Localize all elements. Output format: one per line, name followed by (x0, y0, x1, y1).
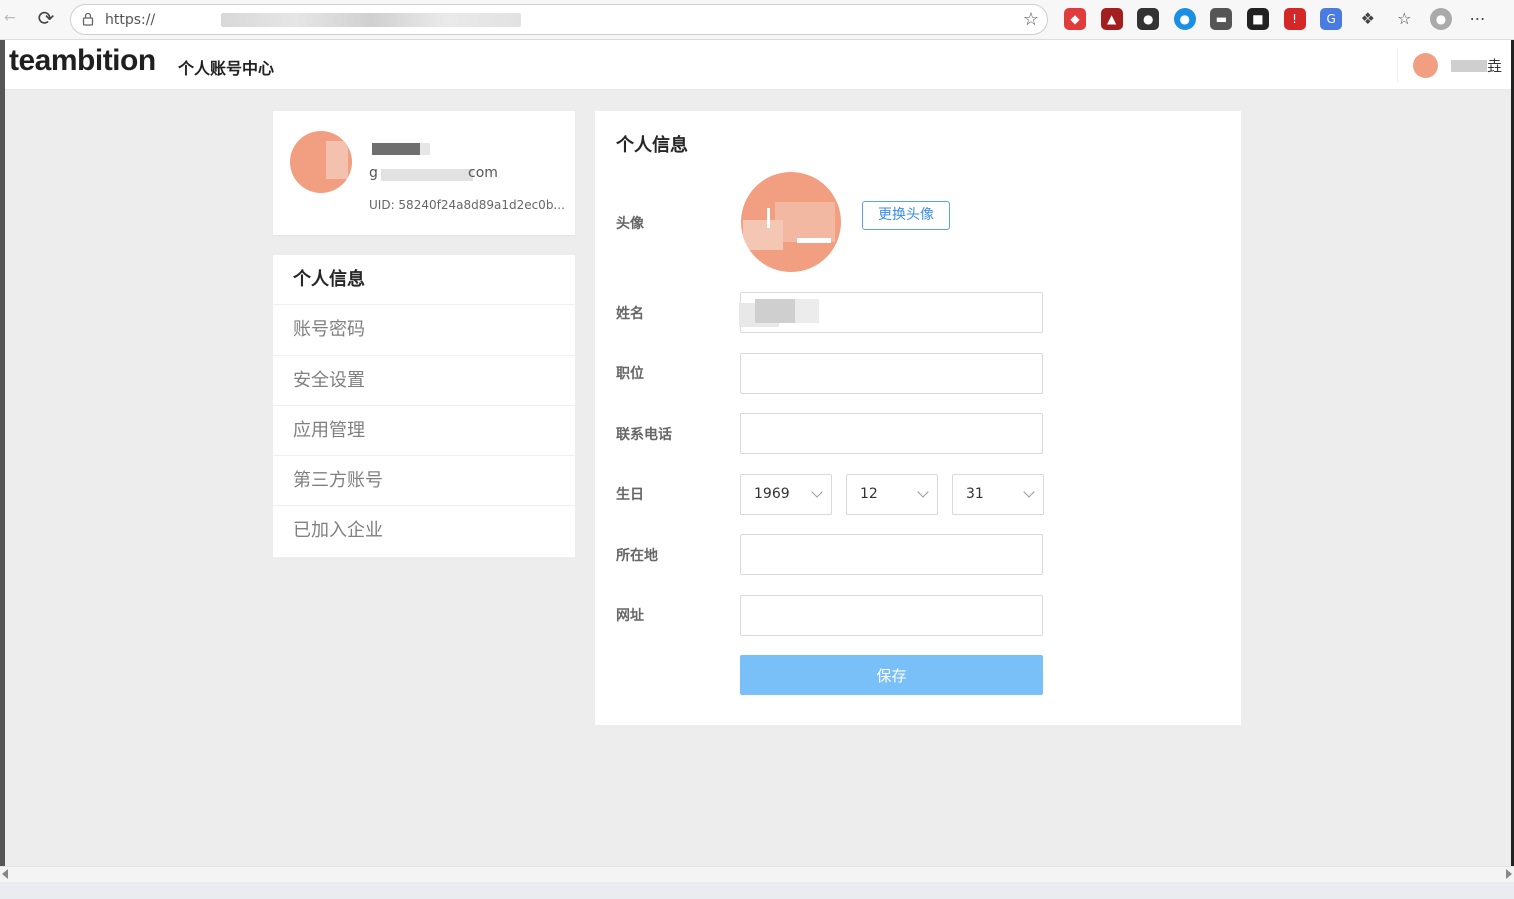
menu-item-joined-organizations[interactable]: 已加入企业 (273, 506, 575, 556)
extension-box-icon[interactable]: ■ (1246, 8, 1269, 30)
scroll-right-icon[interactable] (1506, 869, 1512, 879)
birthday-year-select[interactable]: 1969 (740, 474, 832, 515)
settings-menu: 个人信息 账号密码 安全设置 应用管理 第三方账号 已加入企业 (273, 255, 575, 557)
birthday-day-select[interactable]: 31 (952, 474, 1044, 515)
header-divider (1397, 48, 1398, 82)
position-label: 职位 (616, 366, 644, 382)
url-redacted (221, 13, 521, 27)
extension-shield-icon[interactable]: ▲ (1100, 8, 1123, 30)
horizontal-scrollbar[interactable] (0, 866, 1514, 882)
more-icon[interactable]: ⋯ (1467, 8, 1489, 30)
teambition-logo[interactable]: teambition (9, 44, 156, 78)
extensions-bar: ◆ ▲ ● ● ▬ ■ ! G ❖ ☆ ● ⋯ (1064, 8, 1503, 32)
extensions-icon[interactable]: ❖ (1357, 8, 1379, 30)
change-avatar-button[interactable]: 更换头像 (862, 201, 950, 230)
url-text: https:// (105, 12, 156, 28)
extension-mask-icon[interactable]: ▬ (1210, 8, 1233, 30)
extension-blue-icon[interactable]: ● (1173, 8, 1196, 30)
menu-item-personal-info[interactable]: 个人信息 (273, 255, 575, 306)
profile-email-prefix: g (369, 165, 378, 181)
user-avatar-large (741, 172, 841, 272)
location-input[interactable] (740, 534, 1043, 575)
position-input[interactable] (740, 353, 1043, 394)
location-label: 所在地 (616, 548, 658, 564)
scroll-left-icon[interactable] (2, 869, 8, 879)
profile-name-redacted (372, 143, 420, 155)
back-icon[interactable]: ← (4, 10, 16, 26)
phone-input[interactable] (740, 413, 1043, 454)
birthday-month-value: 12 (860, 486, 878, 502)
profile-email-redacted (381, 169, 473, 181)
personal-info-panel: 个人信息 头像 更换头像 姓名 职位 联系电话 生日 1969 12 31 所在… (595, 111, 1241, 725)
chevron-down-icon (811, 486, 823, 498)
birthday-month-select[interactable]: 12 (846, 474, 938, 515)
chevron-down-icon (1023, 486, 1035, 498)
birthday-year-value: 1969 (754, 486, 790, 502)
extension-ext-icon[interactable]: ● (1137, 8, 1160, 30)
os-taskbar (0, 883, 1514, 899)
name-redacted (755, 299, 795, 323)
save-button[interactable]: 保存 (740, 655, 1043, 695)
phone-label: 联系电话 (616, 427, 672, 443)
window-edge-left (0, 40, 5, 866)
page-subtitle: 个人账号中心 (178, 59, 275, 78)
menu-item-account-password[interactable]: 账号密码 (273, 305, 575, 356)
header-avatar[interactable] (1413, 53, 1438, 78)
website-label: 网址 (616, 608, 644, 624)
profile-icon[interactable]: ● (1429, 8, 1452, 30)
profile-uid: UID: 58240f24a8d89a1d2ec0b... (369, 198, 565, 212)
reload-icon[interactable]: ⟳ (34, 6, 58, 30)
menu-item-security[interactable]: 安全设置 (273, 356, 575, 406)
name-label: 姓名 (616, 306, 644, 322)
browser-toolbar: ← ⟳ https:// ☆ ◆ ▲ ● ● ▬ ■ ! G ❖ ☆ ● ⋯ (0, 0, 1514, 40)
address-bar[interactable]: https:// ☆ (70, 4, 1048, 35)
birthday-day-value: 31 (966, 486, 984, 502)
extension-flag-icon[interactable]: ! (1283, 8, 1306, 30)
profile-card: g com UID: 58240f24a8d89a1d2ec0b... (273, 111, 575, 235)
header-user-name[interactable]: 垚 (1487, 55, 1502, 76)
star-icon[interactable]: ☆ (1023, 9, 1039, 30)
extension-icon[interactable]: ◆ (1064, 8, 1086, 30)
header-name-redacted (1451, 60, 1487, 72)
birthday-label: 生日 (616, 487, 644, 503)
translate-icon[interactable]: G (1320, 8, 1343, 30)
menu-item-app-management[interactable]: 应用管理 (273, 406, 575, 457)
avatar-label: 头像 (616, 216, 644, 232)
app-header: teambition 个人账号中心 垚 (5, 40, 1511, 90)
avatar (290, 131, 352, 193)
menu-item-third-party-accounts[interactable]: 第三方账号 (273, 456, 575, 507)
favorites-icon[interactable]: ☆ (1393, 8, 1415, 30)
chevron-down-icon (917, 486, 929, 498)
website-input[interactable] (740, 595, 1043, 636)
panel-title: 个人信息 (616, 135, 688, 156)
profile-email-suffix: com (468, 165, 498, 181)
lock-icon (82, 12, 94, 26)
